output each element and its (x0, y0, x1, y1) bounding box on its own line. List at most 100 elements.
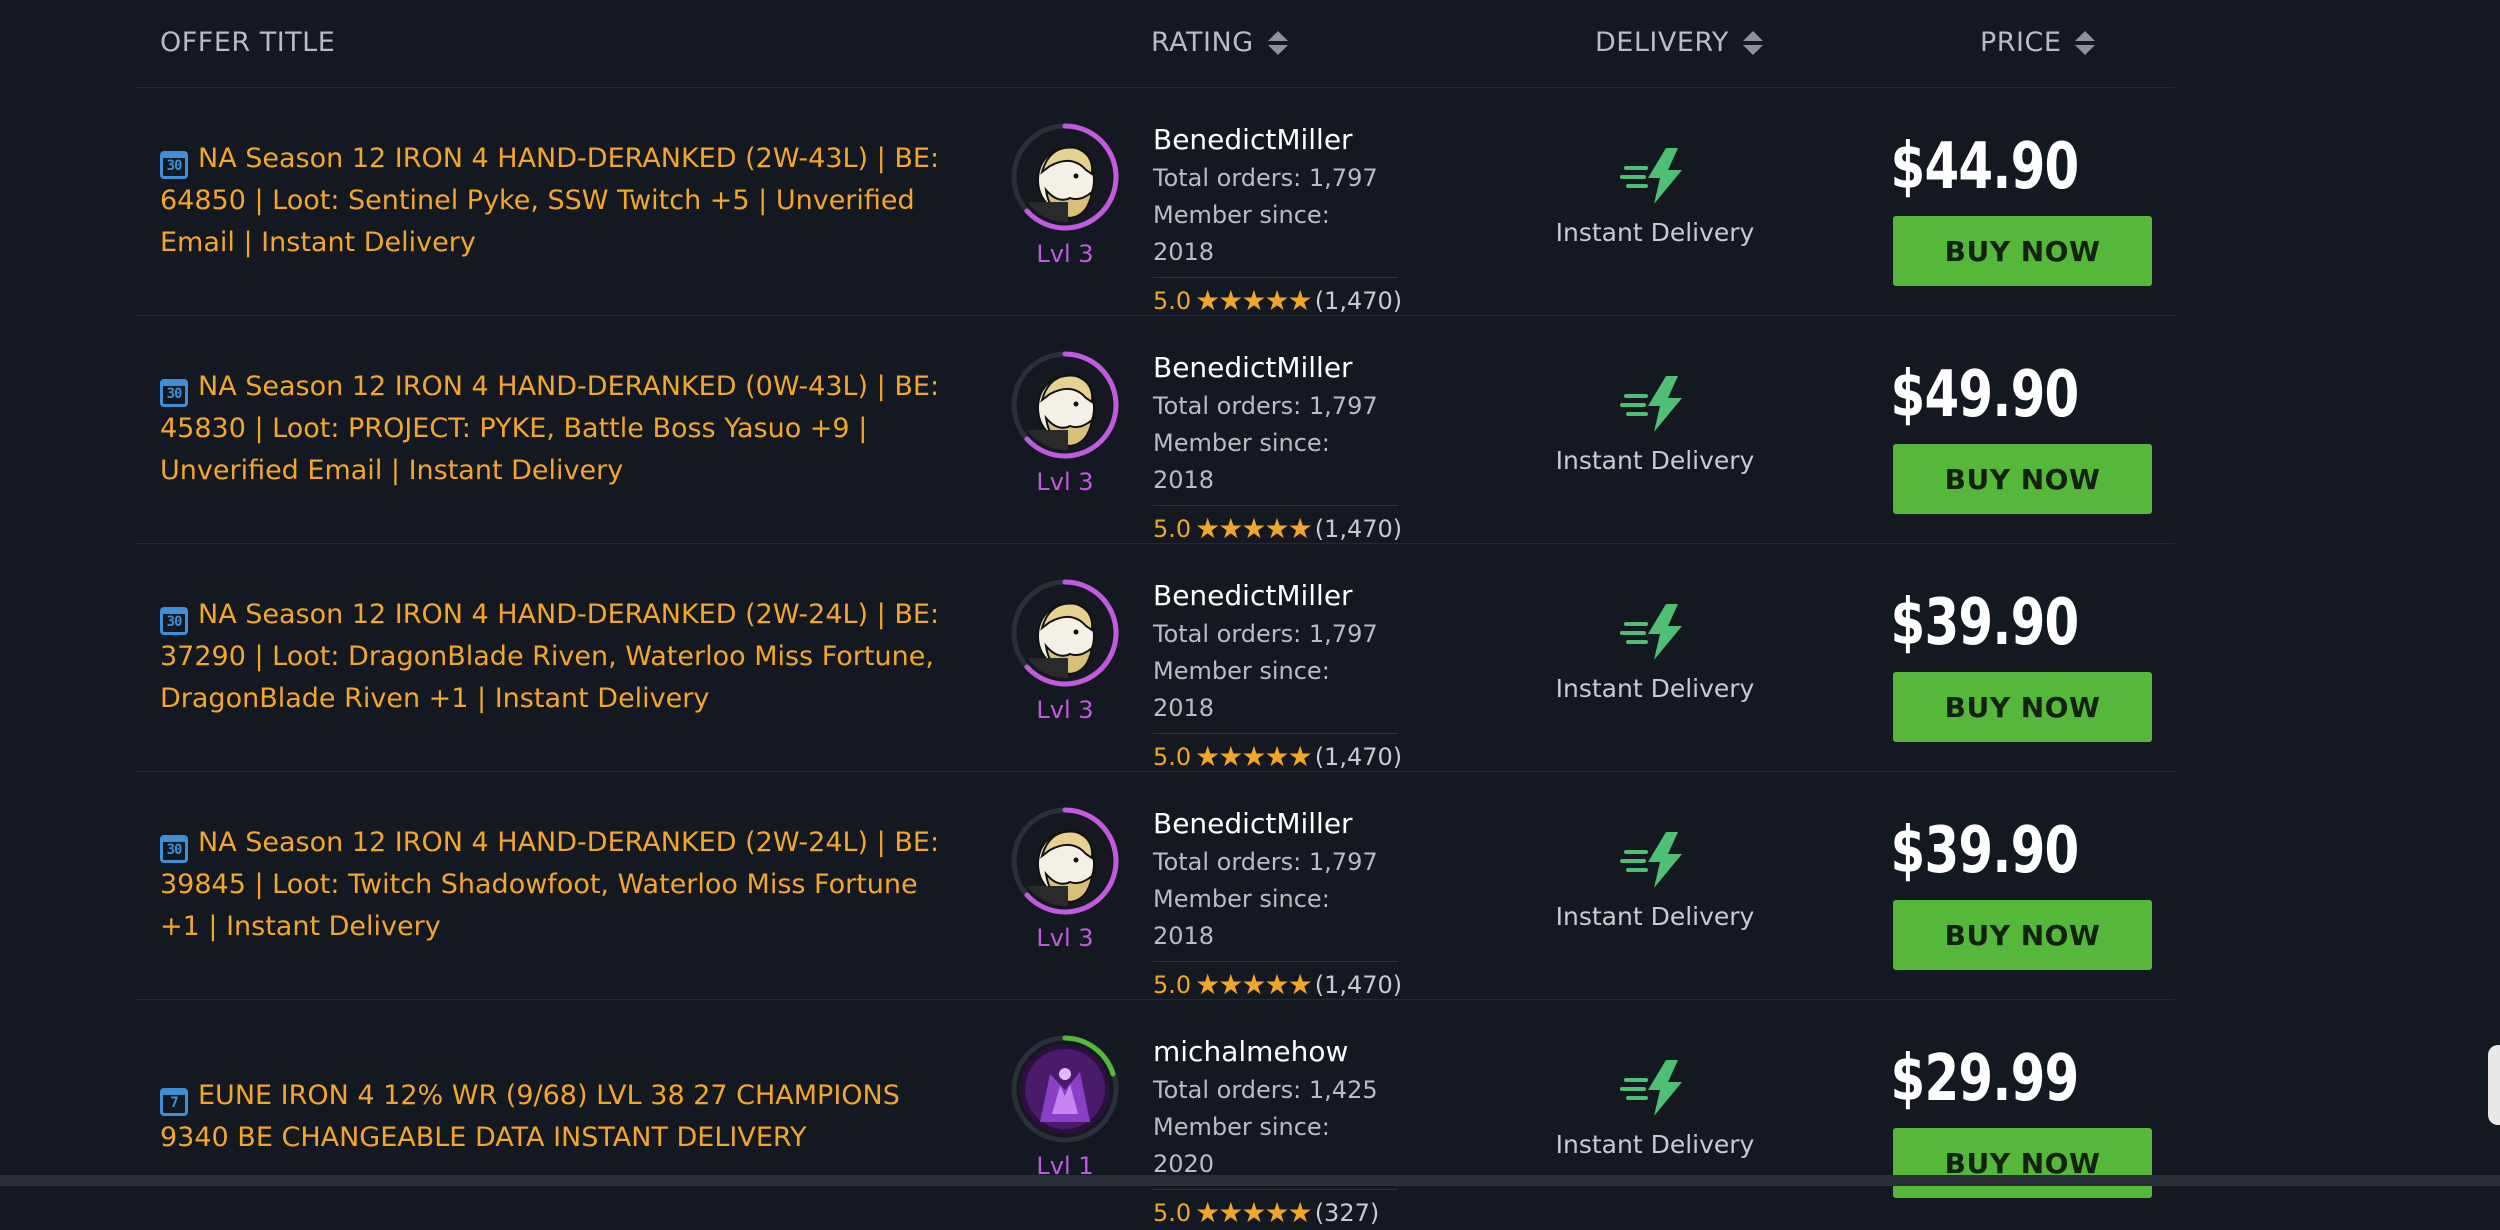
rating-score: 5.0 (1153, 742, 1192, 771)
seller-avatar[interactable] (1010, 578, 1120, 688)
lightning-bolt-icon (1620, 376, 1682, 432)
delivery-label: Instant Delivery (1555, 902, 1755, 931)
col-delivery-sort[interactable]: DELIVERY (1595, 27, 1763, 58)
offer-price: $49.90 (1890, 358, 2080, 432)
calendar-icon: 30 (160, 379, 188, 407)
calendar-icon: 30 (160, 151, 188, 179)
avatar (1020, 132, 1110, 222)
total-orders: Total orders: 1,797 (1153, 848, 1378, 876)
offer-title-link[interactable]: 30 NA Season 12 IRON 4 HAND-DERANKED (2W-… (160, 822, 960, 948)
seller-rating: 5.0 ★★★★★ (1,470) (1153, 505, 1402, 545)
offer-title-link[interactable]: 30 NA Season 12 IRON 4 HAND-DERANKED (0W-… (160, 366, 960, 492)
seller-name[interactable]: BenedictMiller (1153, 576, 1398, 616)
table-header: OFFER TITLE RATING DELIVERY PRICE (135, 0, 2175, 88)
seller-avatar[interactable] (1010, 806, 1120, 916)
total-orders: Total orders: 1,797 (1153, 164, 1378, 192)
offer-title-link[interactable]: 30 NA Season 12 IRON 4 HAND-DERANKED (2W-… (160, 594, 960, 720)
offer-price: $39.90 (1890, 586, 2080, 660)
avatar (1020, 588, 1110, 678)
sort-icon (1267, 30, 1288, 55)
offer-row[interactable]: 30 NA Season 12 IRON 4 HAND-DERANKED (2W-… (135, 772, 2175, 1001)
review-count: (1,470) (1314, 970, 1403, 999)
delivery-cell: Instant Delivery (1525, 1058, 1785, 1159)
col-offer-title: OFFER TITLE (160, 27, 336, 58)
member-since: Member since: 2020 (1153, 1113, 1330, 1178)
buy-now-button[interactable]: BUY NOW (1893, 672, 2152, 742)
seller-info: BenedictMiller Total orders: 1,797 Membe… (1153, 348, 1402, 545)
member-since: Member since: 2018 (1153, 429, 1330, 494)
total-orders: Total orders: 1,425 (1153, 1076, 1378, 1104)
seller-info: BenedictMiller Total orders: 1,797 Membe… (1153, 120, 1402, 317)
total-orders: Total orders: 1,797 (1153, 392, 1378, 420)
buy-now-button[interactable]: BUY NOW (1893, 900, 2152, 970)
review-count: (1,470) (1314, 286, 1403, 315)
star-icon: ★★★★★ (1195, 284, 1313, 317)
avatar (1020, 360, 1110, 450)
avatar (1020, 816, 1110, 906)
calendar-icon: 7 (160, 1088, 188, 1116)
seller-level: Lvl 3 (1036, 240, 1094, 268)
calendar-icon: 30 (160, 835, 188, 863)
review-count: (1,470) (1314, 514, 1403, 543)
offer-row[interactable]: 30 NA Season 12 IRON 4 HAND-DERANKED (2W-… (135, 88, 2175, 317)
sort-icon (2075, 30, 2096, 55)
rating-score: 5.0 (1153, 286, 1192, 315)
delivery-cell: Instant Delivery (1525, 602, 1785, 703)
col-rating-sort[interactable]: RATING (1151, 27, 1288, 58)
seller-level: Lvl 3 (1036, 924, 1094, 952)
lightning-bolt-icon (1620, 1060, 1682, 1116)
buy-now-button[interactable]: BUY NOW (1893, 1128, 2152, 1198)
offer-price: $29.99 (1890, 1042, 2080, 1116)
calendar-icon: 30 (160, 607, 188, 635)
rating-score: 5.0 (1153, 1198, 1192, 1227)
seller-avatar[interactable] (1010, 1034, 1120, 1144)
delivery-label: Instant Delivery (1555, 1130, 1755, 1159)
delivery-cell: Instant Delivery (1525, 146, 1785, 247)
seller-avatar[interactable] (1010, 350, 1120, 460)
offer-title-link[interactable]: 7 EUNE IRON 4 12% WR (9/68) LVL 38 27 CHA… (160, 1075, 960, 1159)
member-since: Member since: 2018 (1153, 885, 1330, 950)
avatar (1020, 1044, 1110, 1134)
review-count: (1,470) (1314, 742, 1403, 771)
seller-info: BenedictMiller Total orders: 1,797 Membe… (1153, 576, 1402, 773)
rating-score: 5.0 (1153, 970, 1192, 999)
seller-name[interactable]: BenedictMiller (1153, 804, 1398, 844)
horizontal-scrollbar[interactable] (0, 1175, 2500, 1186)
offer-row[interactable]: 30 NA Season 12 IRON 4 HAND-DERANKED (2W-… (135, 544, 2175, 773)
seller-level: Lvl 3 (1036, 696, 1094, 724)
seller-name[interactable]: BenedictMiller (1153, 348, 1398, 388)
seller-level: Lvl 3 (1036, 468, 1094, 496)
seller-rating: 5.0 ★★★★★ (1,470) (1153, 961, 1402, 1001)
seller-rating: 5.0 ★★★★★ (1,470) (1153, 277, 1402, 317)
offer-price: $44.90 (1890, 130, 2080, 204)
delivery-label: Instant Delivery (1555, 218, 1755, 247)
star-icon: ★★★★★ (1195, 512, 1313, 545)
delivery-label: Instant Delivery (1555, 446, 1755, 475)
sort-icon (1742, 30, 1763, 55)
buy-now-button[interactable]: BUY NOW (1893, 216, 2152, 286)
seller-avatar[interactable] (1010, 122, 1120, 232)
delivery-cell: Instant Delivery (1525, 830, 1785, 931)
lightning-bolt-icon (1620, 148, 1682, 204)
delivery-cell: Instant Delivery (1525, 374, 1785, 475)
seller-info: BenedictMiller Total orders: 1,797 Membe… (1153, 804, 1402, 1001)
offer-row[interactable]: 7 EUNE IRON 4 12% WR (9/68) LVL 38 27 CHA… (135, 1000, 2175, 1230)
offer-row[interactable]: 30 NA Season 12 IRON 4 HAND-DERANKED (0W-… (135, 316, 2175, 545)
star-icon: ★★★★★ (1195, 968, 1313, 1001)
star-icon: ★★★★★ (1195, 1196, 1313, 1229)
seller-info: michalmehow Total orders: 1,425 Member s… (1153, 1032, 1398, 1229)
member-since: Member since: 2018 (1153, 201, 1330, 266)
col-price-sort[interactable]: PRICE (1980, 27, 2096, 58)
seller-name[interactable]: michalmehow (1153, 1032, 1398, 1072)
rating-score: 5.0 (1153, 514, 1192, 543)
floating-widget-handle[interactable] (2488, 1045, 2500, 1125)
offers-table: OFFER TITLE RATING DELIVERY PRICE 30 NA S… (135, 0, 2175, 1230)
seller-name[interactable]: BenedictMiller (1153, 120, 1398, 160)
lightning-bolt-icon (1620, 604, 1682, 660)
offer-title-link[interactable]: 30 NA Season 12 IRON 4 HAND-DERANKED (2W-… (160, 138, 960, 264)
total-orders: Total orders: 1,797 (1153, 620, 1378, 648)
member-since: Member since: 2018 (1153, 657, 1330, 722)
buy-now-button[interactable]: BUY NOW (1893, 444, 2152, 514)
seller-rating: 5.0 ★★★★★ (1,470) (1153, 733, 1402, 773)
lightning-bolt-icon (1620, 832, 1682, 888)
